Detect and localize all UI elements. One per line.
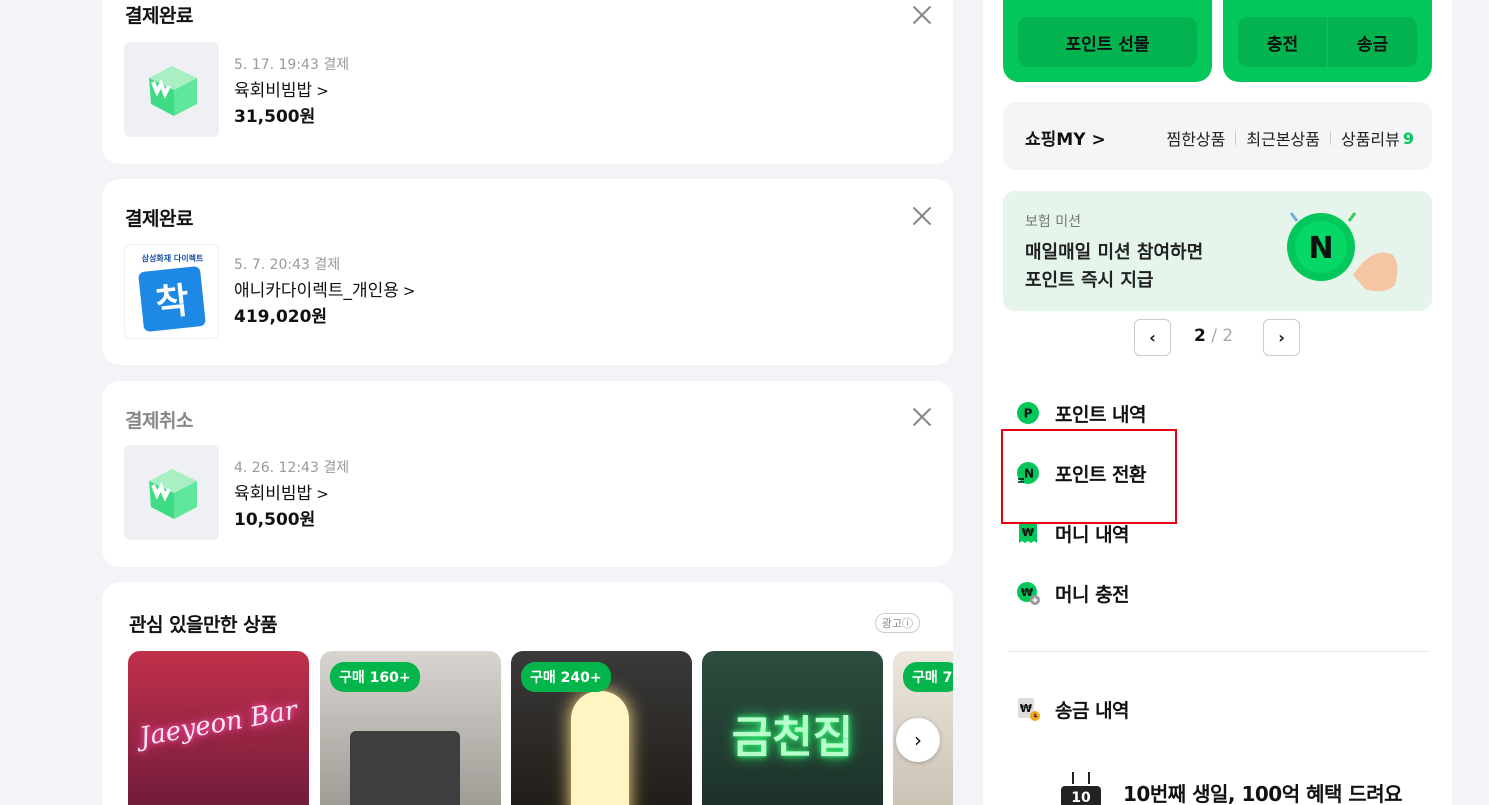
charge-send-area: 충전 송금 [1223,0,1432,82]
section-title: 관심 있을만한 상품 [129,614,278,636]
carousel-next-button[interactable]: › [896,718,940,762]
menu-label: 송금 내역 [1055,699,1130,722]
mission-label: 보험 미션 [1025,214,1081,230]
divider [1235,131,1237,145]
chevron-right-icon: > [316,485,329,503]
purchase-badge: 구매 160+ [330,662,420,692]
close-icon[interactable] [911,406,933,428]
pager-separator: / [1205,326,1223,346]
menu-label: 머니 충전 [1055,583,1130,606]
shopping-my-title: 쇼핑MY [1025,130,1086,150]
order-card: 결제완료 삼성화재 다이렉트 착 5. 7. 20:43 결제 애니카다이렉트_… [102,179,953,365]
wishlist-link[interactable]: 찜한상품 [1166,126,1225,150]
store-icon [148,468,197,519]
close-icon[interactable] [911,4,933,26]
point-tap-icon: N [1287,212,1398,292]
chevron-right-icon: > [402,282,416,300]
ad-label[interactable]: 광고ⓘ [874,613,920,633]
pager-next-button[interactable]: › [1263,319,1300,356]
product-thumbnail[interactable]: 삼성화재 다이렉트 착 [124,244,219,339]
highlight-box [1001,429,1177,524]
order-card: 결제완료 5. 17. 19:43 결제 육회비빔밥 > 31,500원 [102,0,953,164]
store-icon [148,65,197,116]
reviews-link[interactable]: 상품리뷰 [1341,126,1400,150]
send-button[interactable]: 송금 [1328,17,1417,67]
cake-icon: 10 [1061,772,1101,805]
order-date: 5. 17. 19:43 결제 [234,57,350,73]
send-history-icon: ₩ [1015,696,1041,722]
order-status: 결제완료 [125,208,193,230]
order-price: 10,500원 [234,510,316,530]
cooler-image [350,731,460,805]
order-status: 결제취소 [125,410,193,432]
pager-current: 2 [1194,326,1206,346]
chevron-right-icon: > [1091,130,1106,150]
shopping-my-link[interactable]: 쇼핑MY > [1025,125,1106,150]
product-name-link[interactable]: 육회비빔밥 > [234,479,329,504]
menu-point-history[interactable]: P 포인트 내역 [1015,398,1147,428]
product-card[interactable]: Jaeyeon Bar [128,651,309,805]
anniversary-banner[interactable]: 10 10번째 생일, 100억 혜택 드려요 [1053,768,1453,805]
product-name-link[interactable]: 육회비빔밥 > [234,76,329,101]
order-date: 4. 26. 12:43 결제 [234,460,350,476]
divider [1008,651,1428,652]
chevron-right-icon: > [316,82,329,100]
order-price: 419,020원 [234,307,328,327]
money-charge-icon: ₩ [1015,580,1041,606]
review-count: 9 [1402,128,1414,148]
gift-button-area: 포인트 선물 [1003,0,1212,82]
banner-pager: ‹ 2 / 2 › [1134,319,1300,356]
mission-text-line1: 매일매일 미션 참여하면 [1025,242,1204,263]
svg-text:N: N [1308,231,1333,266]
menu-label: 포인트 내역 [1055,403,1147,426]
neon-sign-art: Jaeyeon Bar [137,695,300,753]
menu-send-history[interactable]: ₩ 송금 내역 [1015,694,1130,724]
pager-total: 2 [1222,326,1234,346]
svg-text:P: P [1024,407,1033,421]
product-card[interactable]: 금천집 [702,651,883,805]
divider [1329,131,1331,145]
product-name: 애니카다이렉트_개인용 [234,281,399,301]
product-thumbnail[interactable] [124,42,219,137]
pager-prev-button[interactable]: ‹ [1134,319,1171,356]
rabbit-lamp-image [571,691,629,805]
order-price: 31,500원 [234,107,316,127]
shopping-my: 쇼핑MY > 찜한상품 최근본상품 상품리뷰 9 [1003,102,1432,170]
thumb-caption: 삼성화재 다이렉트 [141,254,204,263]
order-date: 5. 7. 20:43 결제 [234,257,341,273]
product-name-link[interactable]: 애니카다이렉트_개인용 > [234,276,415,301]
recommended-products: 관심 있을만한 상품 광고ⓘ Jaeyeon Bar 구매 160+ 구매 24… [102,582,953,805]
insurance-logo: 착 [138,265,206,333]
pager-indicator: 2 / 2 [1194,326,1233,346]
svg-text:10: 10 [1071,790,1091,805]
shopping-my-links: 찜한상품 최근본상품 상품리뷰 9 [1166,126,1414,150]
product-card[interactable]: 구매 240+ [511,651,692,805]
anniversary-text: 10번째 생일, 100억 혜택 드려요 [1123,782,1403,805]
product-name: 육회비빔밥 [234,484,313,504]
order-status: 결제완료 [125,5,193,27]
charge-button[interactable]: 충전 [1238,17,1327,67]
menu-money-charge[interactable]: ₩ 머니 충전 [1015,578,1130,608]
recent-products-link[interactable]: 최근본상품 [1246,126,1320,150]
close-icon[interactable] [911,205,933,227]
point-gift-button[interactable]: 포인트 선물 [1018,17,1197,67]
product-name: 육회비빔밥 [234,81,313,101]
mission-banner[interactable]: 보험 미션 매일매일 미션 참여하면 포인트 즉시 지급 N [1003,191,1432,311]
svg-text:₩: ₩ [1020,702,1032,715]
point-p-icon: P [1015,400,1041,426]
product-thumbnail[interactable] [124,445,219,540]
svg-text:₩: ₩ [1022,526,1034,539]
side-panel: 포인트 선물 충전 송금 쇼핑MY > 찜한상품 최근본상품 상품리뷰 9 보험… [983,0,1452,805]
neon-sign-art: 금천집 [731,712,854,763]
purchase-badge: 구매 240+ [521,662,611,692]
order-card: 결제취소 4. 26. 12:43 결제 육회비빔밥 > 10,500원 [102,381,953,567]
product-card[interactable]: 구매 160+ [320,651,501,805]
purchase-badge: 구매 7 [903,662,953,692]
mission-text-line2: 포인트 즉시 지급 [1025,270,1154,291]
